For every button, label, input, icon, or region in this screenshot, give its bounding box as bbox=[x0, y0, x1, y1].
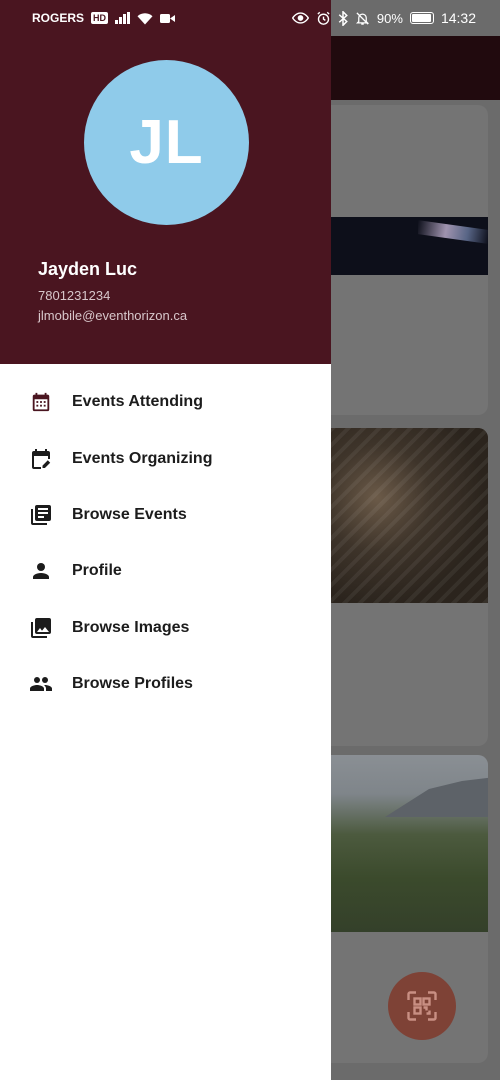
menu-item-events-attending[interactable]: Events Attending bbox=[0, 374, 331, 430]
hd-badge: HD bbox=[91, 12, 109, 24]
app-top-bar bbox=[330, 36, 500, 100]
event-card[interactable] bbox=[330, 105, 488, 415]
battery-icon bbox=[409, 12, 434, 24]
event-image bbox=[330, 217, 488, 275]
eye-icon bbox=[291, 12, 309, 24]
menu-item-label: Browse Images bbox=[72, 618, 190, 636]
menu-item-label: Browse Events bbox=[72, 505, 187, 523]
event-image bbox=[330, 428, 488, 603]
avatar[interactable]: JL bbox=[84, 60, 249, 225]
event-image bbox=[330, 755, 488, 932]
scan-qr-button[interactable] bbox=[388, 972, 456, 1040]
user-phone: 7801231234 bbox=[38, 288, 111, 303]
clock: 14:32 bbox=[440, 10, 476, 26]
battery-percent: 90% bbox=[376, 10, 403, 26]
menu-item-label: Events Organizing bbox=[72, 449, 213, 467]
bluetooth-icon bbox=[338, 10, 348, 26]
alarm-icon bbox=[317, 11, 330, 25]
calendar-edit-icon bbox=[28, 446, 54, 472]
signal-icon bbox=[115, 12, 131, 24]
menu-item-label: Events Attending bbox=[72, 393, 203, 411]
person-icon bbox=[28, 558, 54, 584]
drawer-header: JL Jayden Luc 7801231234 jlmobile@eventh… bbox=[0, 0, 331, 364]
drawer-menu: Events Attending Events Organizing Brows… bbox=[0, 374, 331, 712]
qr-code-scan-icon bbox=[407, 991, 437, 1021]
video-icon bbox=[160, 13, 176, 23]
menu-item-browse-images[interactable]: Browse Images bbox=[0, 600, 331, 656]
menu-item-profile[interactable]: Profile bbox=[0, 543, 331, 599]
menu-item-label: Profile bbox=[72, 562, 122, 580]
user-email: jlmobile@eventhorizon.ca bbox=[38, 308, 188, 323]
menu-item-label: Browse Profiles bbox=[72, 675, 193, 693]
mute-icon bbox=[355, 11, 369, 25]
user-name: Jayden Luc bbox=[38, 259, 138, 279]
carrier-label: ROGERS bbox=[32, 11, 85, 25]
calendar-icon bbox=[28, 389, 54, 415]
menu-item-events-organizing[interactable]: Events Organizing bbox=[0, 430, 331, 486]
status-bar: ROGERS HD 90% 14:32 bbox=[0, 0, 500, 36]
navigation-drawer: JL Jayden Luc 7801231234 jlmobile@eventh… bbox=[0, 0, 331, 1080]
wifi-icon bbox=[137, 12, 153, 24]
event-card[interactable] bbox=[330, 428, 488, 746]
menu-item-browse-events[interactable]: Browse Events bbox=[0, 487, 331, 543]
menu-item-browse-profiles[interactable]: Browse Profiles bbox=[0, 656, 331, 712]
library-books-icon bbox=[28, 502, 54, 528]
people-icon bbox=[28, 671, 54, 697]
photo-library-icon bbox=[28, 615, 54, 641]
